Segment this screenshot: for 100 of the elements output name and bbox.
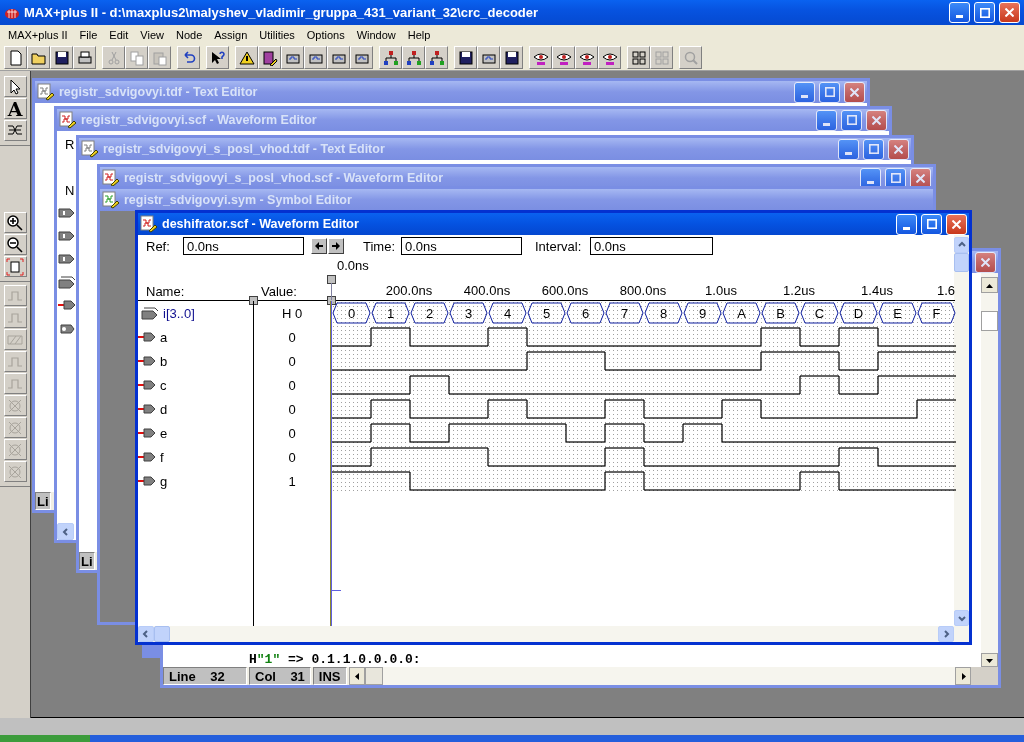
status-field: Line 32 (163, 667, 247, 685)
tool-button[interactable] (3, 234, 27, 255)
minimize-icon (867, 180, 874, 184)
vertical-scrollbar[interactable] (954, 235, 969, 626)
tool-button[interactable] (3, 76, 27, 97)
node-name[interactable]: b (160, 353, 168, 369)
node-name[interactable]: f (160, 449, 164, 465)
previous-button[interactable] (311, 238, 327, 254)
tool-button[interactable]: A (3, 98, 27, 119)
node-name[interactable]: d (160, 401, 168, 417)
node-value: 0 (288, 377, 296, 393)
horizontal-scrollbar[interactable] (138, 626, 969, 642)
time-field[interactable]: 0.0ns (401, 237, 522, 255)
maximize-button[interactable] (863, 138, 884, 160)
menu-item[interactable]: Options (300, 29, 351, 41)
minimize-button[interactable] (896, 213, 917, 235)
minimize-button[interactable] (860, 167, 881, 189)
maximize-button[interactable] (885, 167, 906, 189)
left-arrow-icon (353, 672, 361, 680)
tool-button[interactable] (3, 212, 27, 233)
column-handle[interactable] (249, 296, 258, 305)
menu-item[interactable]: Utilities (253, 29, 301, 41)
window-title: registr_sdvigovyi.sym - Symbol Editor (124, 193, 353, 207)
time-tick-label: 600.0ns (541, 283, 589, 298)
warning-icon (238, 49, 255, 66)
time-tick-label: 1.4us (861, 283, 893, 298)
toolbar-button[interactable] (327, 46, 350, 69)
zoom-out-icon (6, 235, 24, 254)
hierarchy-icon (382, 49, 399, 66)
scroll-left-button[interactable] (348, 667, 365, 685)
menu-item[interactable]: MAX+plus II (2, 29, 74, 41)
maximize-button[interactable] (819, 81, 840, 103)
scroll-thumb[interactable] (154, 626, 170, 642)
toolbar-button[interactable] (454, 46, 477, 69)
hierarchy-icon (428, 49, 445, 66)
node-name[interactable]: c (160, 377, 167, 393)
toolbar-button[interactable] (206, 46, 229, 69)
interval-field[interactable]: 0.0ns (590, 237, 713, 255)
menu-item[interactable]: Edit (103, 29, 135, 41)
bus-value: E (878, 302, 917, 324)
close-button[interactable] (888, 138, 909, 160)
output-node-icon (138, 473, 156, 489)
toolbar-button[interactable] (529, 46, 552, 69)
toolbar-button[interactable] (552, 46, 575, 69)
close-button[interactable] (975, 251, 996, 273)
minimize-button[interactable] (794, 81, 815, 103)
scroll-thumb[interactable] (954, 253, 969, 272)
window-title: registr_sdvigovyi_s_posl_vhod.scf - Waveform Editor (124, 171, 445, 185)
toolbar-button[interactable] (50, 46, 73, 69)
maximize-button[interactable] (974, 2, 995, 23)
close-button[interactable] (844, 81, 865, 103)
cursor-handle[interactable] (327, 275, 336, 284)
window-title: registr_sdvigovyi_s_posl_vhod.tdf - Text Editor (103, 142, 386, 156)
toolbar-button[interactable] (598, 46, 621, 69)
toolbar-button[interactable] (500, 46, 523, 69)
next-button[interactable] (328, 238, 344, 254)
node-name[interactable]: i[3..0] (163, 305, 195, 321)
menu-item[interactable]: Window (350, 29, 402, 41)
ref-field[interactable]: 0.0ns (183, 237, 304, 255)
cursor-time-label: 0.0ns (337, 258, 369, 273)
minimize-button[interactable] (838, 138, 859, 160)
toolbar-button[interactable] (304, 46, 327, 69)
maximize-button[interactable] (841, 109, 862, 131)
bus-value: 4 (488, 302, 527, 324)
close-button[interactable] (946, 213, 967, 235)
toolbar-button[interactable] (477, 46, 500, 69)
menu-item[interactable]: View (134, 29, 170, 41)
close-button[interactable] (866, 109, 887, 131)
scroll-down-button[interactable] (981, 653, 998, 667)
toolbar-button[interactable] (425, 46, 448, 69)
scroll-up-button[interactable] (981, 277, 998, 293)
toolbar-button[interactable] (281, 46, 304, 69)
vertical-scrollbar[interactable] (981, 273, 998, 667)
menu-item[interactable]: Assign (208, 29, 254, 41)
bus-value: D (839, 302, 878, 324)
close-button[interactable] (999, 2, 1020, 23)
node-name[interactable]: g (160, 473, 168, 489)
toolbar-button[interactable] (235, 46, 258, 69)
menu-item[interactable]: File (73, 29, 104, 41)
save-icon (457, 49, 474, 66)
minimize-button[interactable] (949, 2, 970, 23)
toolbar-button[interactable] (350, 46, 373, 69)
scroll-right-button[interactable] (955, 667, 971, 685)
toolbar-button[interactable] (73, 46, 96, 69)
toolbar-button[interactable] (575, 46, 598, 69)
node-name[interactable]: e (160, 425, 168, 441)
menu-item[interactable]: Node (169, 29, 209, 41)
menu-item[interactable]: Help (401, 29, 437, 41)
close-button[interactable] (910, 167, 931, 189)
scroll-thumb[interactable] (981, 311, 998, 331)
maximize-button[interactable] (921, 213, 942, 235)
node-name[interactable]: a (160, 329, 168, 345)
tool-button[interactable] (3, 120, 27, 141)
toolbar-button[interactable] (258, 46, 281, 69)
toolbar-button[interactable] (379, 46, 402, 69)
toolbar-button[interactable] (627, 46, 650, 69)
toolbar-button[interactable] (402, 46, 425, 69)
minimize-button[interactable] (816, 109, 837, 131)
toolbar-button[interactable] (177, 46, 200, 69)
close-icon (850, 87, 859, 97)
